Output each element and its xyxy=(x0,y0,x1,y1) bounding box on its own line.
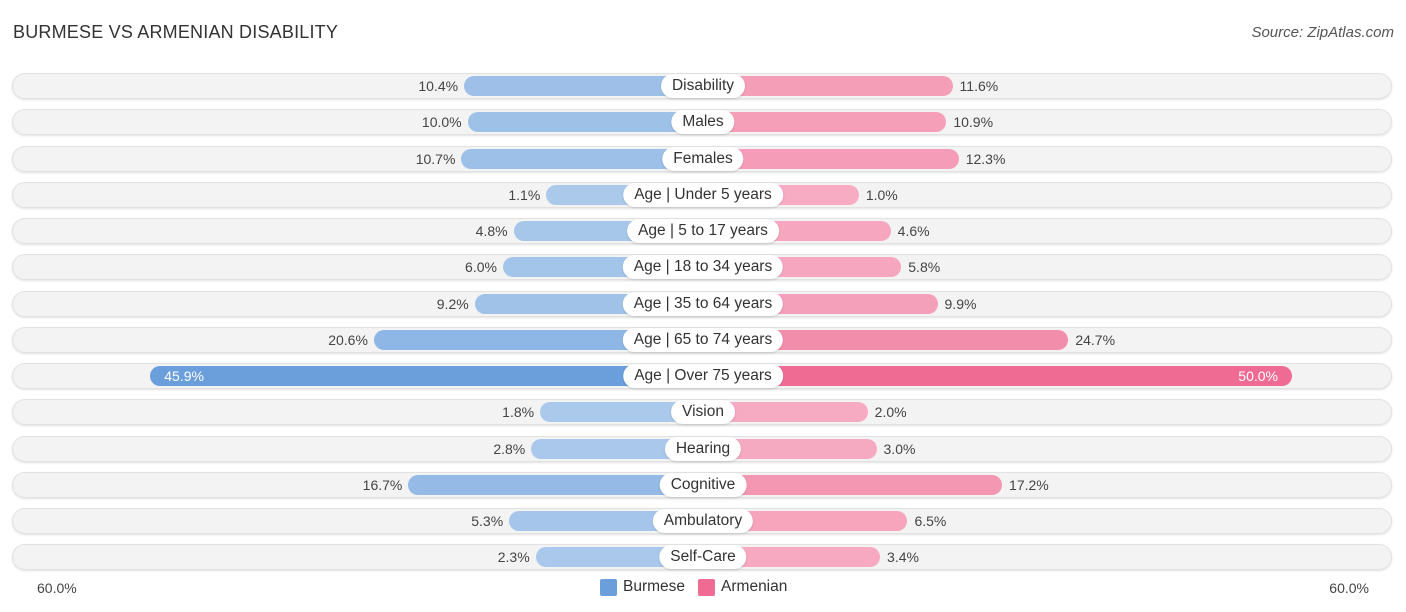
bar-burmese[interactable] xyxy=(150,366,703,386)
axis-label-left: 60.0% xyxy=(37,580,77,596)
value-label-armenian: 17.2% xyxy=(1009,476,1049,493)
legend-swatch-armenian xyxy=(698,578,716,596)
category-label: Self-Care xyxy=(659,545,747,570)
value-label-burmese: 2.3% xyxy=(497,549,530,566)
value-label-armenian: 24.7% xyxy=(1075,331,1116,348)
value-label-burmese: 16.7% xyxy=(362,476,403,493)
value-label-armenian: 11.6% xyxy=(959,78,999,94)
legend-item-armenian[interactable]: Armenian xyxy=(698,578,787,596)
value-label-armenian: 5.8% xyxy=(908,259,941,276)
value-label-armenian: 3.4% xyxy=(887,549,919,566)
category-label: Hearing xyxy=(664,436,742,461)
category-label: Age | 35 to 64 years xyxy=(622,291,784,316)
category-label: Age | 18 to 34 years xyxy=(622,255,784,280)
value-label-burmese: 1.1% xyxy=(508,186,541,203)
value-label-armenian: 9.9% xyxy=(944,295,977,312)
category-label: Vision xyxy=(671,400,735,425)
value-label-armenian: 1.0% xyxy=(865,186,898,203)
value-label-burmese: 2.8% xyxy=(493,440,526,457)
bar-burmese[interactable] xyxy=(467,112,703,133)
value-label-burmese: 45.9% xyxy=(164,368,204,384)
value-label-burmese: 10.4% xyxy=(418,78,459,94)
category-label: Males xyxy=(671,110,735,135)
chart-area: Disability 10.4% 11.6% Males 10.0% 10.9% Femal… xyxy=(0,0,1406,612)
category-label: Age | 5 to 17 years xyxy=(627,219,779,243)
legend-label-armenian: Armenian xyxy=(721,578,788,595)
bar-armenian[interactable] xyxy=(703,474,1003,495)
legend: Burmese Armenian xyxy=(600,578,800,596)
value-label-burmese: 4.8% xyxy=(475,223,508,239)
category-label: Age | 65 to 74 years xyxy=(622,327,784,352)
value-label-burmese: 20.6% xyxy=(328,331,368,348)
value-label-armenian: 6.5% xyxy=(914,513,947,529)
axis-label-right: 60.0% xyxy=(1329,580,1369,596)
category-label: Age | Over 75 years xyxy=(623,364,783,388)
bar-armenian[interactable] xyxy=(703,112,947,133)
legend-item-burmese[interactable]: Burmese xyxy=(600,578,685,596)
value-label-burmese: 10.7% xyxy=(415,150,456,167)
category-label: Disability xyxy=(660,74,746,98)
value-label-burmese: 1.8% xyxy=(502,404,535,421)
value-label-armenian: 12.3% xyxy=(965,150,1006,167)
bar-armenian[interactable] xyxy=(703,366,1292,386)
value-label-burmese: 5.3% xyxy=(471,513,504,529)
category-label: Cognitive xyxy=(659,472,747,497)
value-label-armenian: 50.0% xyxy=(1238,368,1278,384)
value-label-burmese: 10.0% xyxy=(421,114,462,131)
value-label-armenian: 10.9% xyxy=(953,114,994,131)
category-label: Females xyxy=(662,146,744,171)
value-label-armenian: 4.6% xyxy=(897,223,930,239)
value-label-armenian: 2.0% xyxy=(874,404,907,421)
value-label-burmese: 9.2% xyxy=(436,295,469,312)
legend-swatch-burmese xyxy=(600,578,617,596)
category-label: Age | Under 5 years xyxy=(623,182,783,207)
legend-label-burmese: Burmese xyxy=(623,578,686,595)
value-label-armenian: 3.0% xyxy=(883,440,916,457)
category-label: Ambulatory xyxy=(652,509,754,533)
value-label-burmese: 6.0% xyxy=(465,259,497,276)
